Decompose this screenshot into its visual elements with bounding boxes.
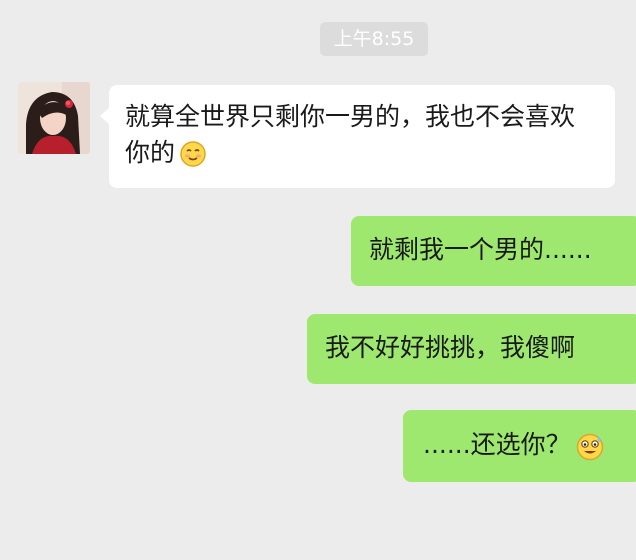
timestamp: 上午8:55	[320, 22, 428, 56]
smiling-face-icon	[179, 140, 207, 168]
avatar[interactable]	[18, 82, 90, 154]
message-text: ......还选你？	[423, 430, 571, 459]
message-bubble-incoming[interactable]: 就算全世界只剩你一男的，我也不会喜欢你的	[100, 85, 615, 188]
chat-window: 上午8:55 就算全世界只剩你一男的，我也不会喜欢你的 就剩我一个男的.....…	[0, 0, 636, 560]
message-text: 就剩我一个男的......	[369, 235, 592, 264]
message-bubble-outgoing[interactable]: 我不好好挑挑，我傻啊	[307, 314, 636, 384]
message-text: 我不好好挑挑，我傻啊	[325, 333, 576, 362]
sweat-smile-face-icon	[575, 432, 603, 461]
message-bubble-outgoing[interactable]: ......还选你？	[403, 410, 636, 482]
message-bubble-outgoing[interactable]: 就剩我一个男的......	[351, 216, 636, 286]
avatar-image	[18, 82, 90, 154]
